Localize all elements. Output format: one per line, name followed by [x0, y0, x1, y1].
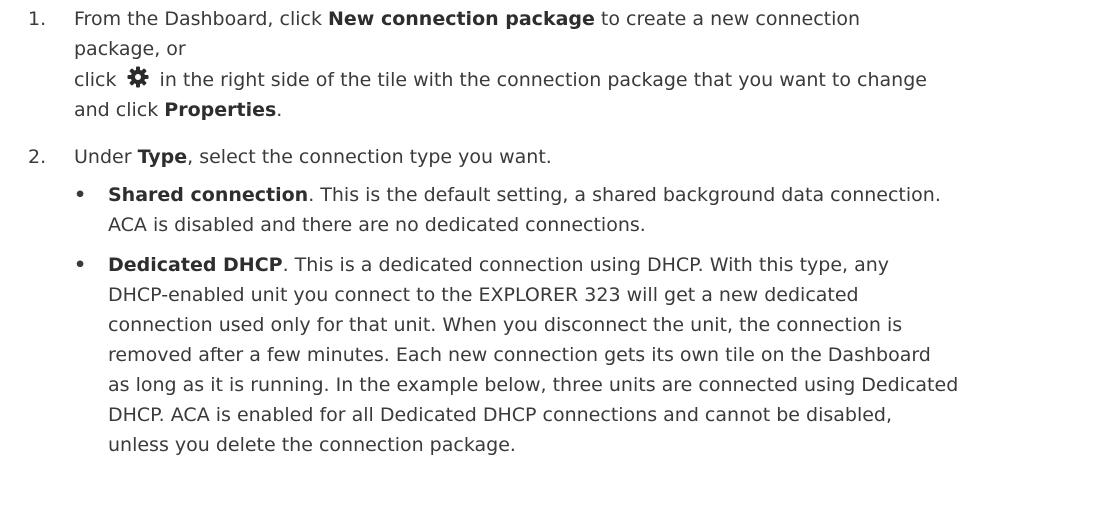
bullet-line: unless you delete the connection package… — [108, 434, 516, 456]
step-1: 1. From the Dashboard, click New connect… — [0, 4, 1095, 134]
step-line: package, or — [74, 38, 186, 60]
bullet-marker: • — [74, 184, 87, 206]
bullet-text: Dedicated DHCP. This is a dedicated conn… — [108, 250, 1099, 460]
ui-label-new-connection-package: New connection package — [328, 8, 595, 30]
step-line: From the Dashboard, click New connection… — [74, 8, 861, 30]
bullet-dedicated-dhcp: • Dedicated DHCP. This is a dedicated co… — [74, 250, 1099, 460]
bullet-line: DHCP-enabled unit you connect to the EXP… — [108, 284, 859, 306]
bullet-title: Shared connection — [108, 184, 309, 206]
ui-label-type: Type — [137, 146, 188, 168]
step-text: Under Type, select the connection type y… — [74, 146, 552, 168]
bullet-line: Shared connection. This is the default s… — [108, 184, 941, 206]
bullet-line: DHCP. ACA is enabled for all Dedicated D… — [108, 404, 893, 426]
step-line: and click Properties. — [74, 99, 283, 121]
bullet-line: connection used only for that unit. When… — [108, 314, 903, 336]
bullet-line: removed after a few minutes. Each new co… — [108, 344, 931, 366]
step-text: From the Dashboard, click New connection… — [74, 4, 1095, 125]
gear-icon — [125, 64, 151, 90]
step-2: 2. Under Type, select the connection typ… — [0, 142, 1095, 172]
bullet-title: Dedicated DHCP — [108, 254, 283, 276]
bullet-marker: • — [74, 254, 87, 276]
step-line: click in the right side of the tile with… — [74, 64, 1095, 95]
step-number: 1. — [28, 8, 47, 30]
bullet-text: Shared connection. This is the default s… — [108, 180, 1099, 240]
ui-label-properties: Properties — [164, 99, 277, 121]
bullet-line: Dedicated DHCP. This is a dedicated conn… — [108, 254, 890, 276]
step-number: 2. — [28, 146, 47, 168]
bullet-line: ACA is disabled and there are no dedicat… — [108, 214, 646, 236]
bullet-line: as long as it is running. In the example… — [108, 374, 959, 396]
document-page: 1. From the Dashboard, click New connect… — [0, 0, 1103, 520]
bullet-shared-connection: • Shared connection. This is the default… — [74, 180, 1099, 240]
